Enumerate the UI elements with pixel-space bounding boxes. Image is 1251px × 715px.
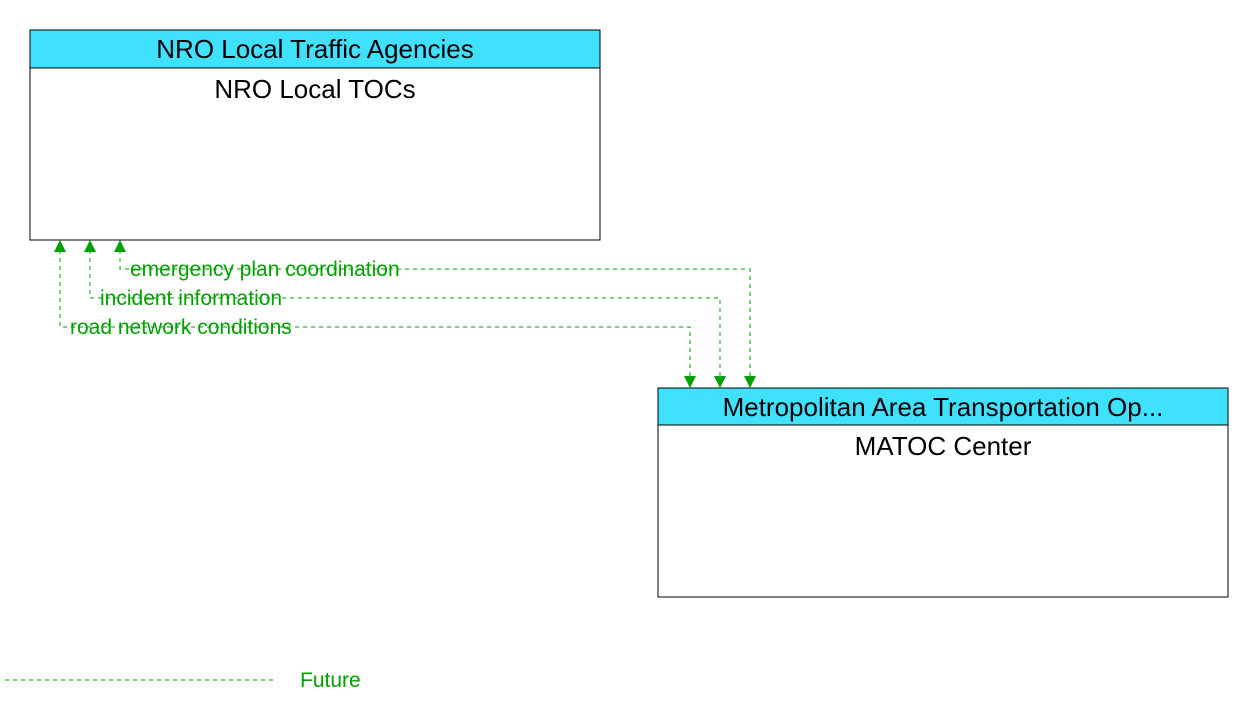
flows-group: emergency plan coordination incident inf…	[54, 240, 756, 388]
architecture-diagram: NRO Local Traffic Agencies NRO Local TOC…	[0, 0, 1251, 715]
flow-emergency-plan-coordination: emergency plan coordination	[114, 240, 756, 388]
node-matoc-center: Metropolitan Area Transportation Op... M…	[658, 388, 1228, 597]
arrowhead-up-icon	[54, 240, 66, 252]
legend-label-future: Future	[300, 669, 361, 692]
arrowhead-down-icon	[744, 376, 756, 388]
node-header-label: NRO Local Traffic Agencies	[156, 34, 473, 64]
node-body-label: NRO Local TOCs	[214, 74, 415, 104]
arrowhead-down-icon	[714, 376, 726, 388]
arrowhead-down-icon	[684, 376, 696, 388]
node-header-label: Metropolitan Area Transportation Op...	[723, 392, 1164, 422]
flow-label: road network conditions	[70, 316, 292, 339]
node-body-label: MATOC Center	[855, 431, 1032, 461]
arrowhead-up-icon	[114, 240, 126, 252]
legend: Future	[5, 669, 361, 692]
flow-label: emergency plan coordination	[130, 258, 400, 281]
node-nro-local-tocs: NRO Local Traffic Agencies NRO Local TOC…	[30, 30, 600, 240]
flow-label: incident information	[100, 287, 282, 310]
arrowhead-up-icon	[84, 240, 96, 252]
